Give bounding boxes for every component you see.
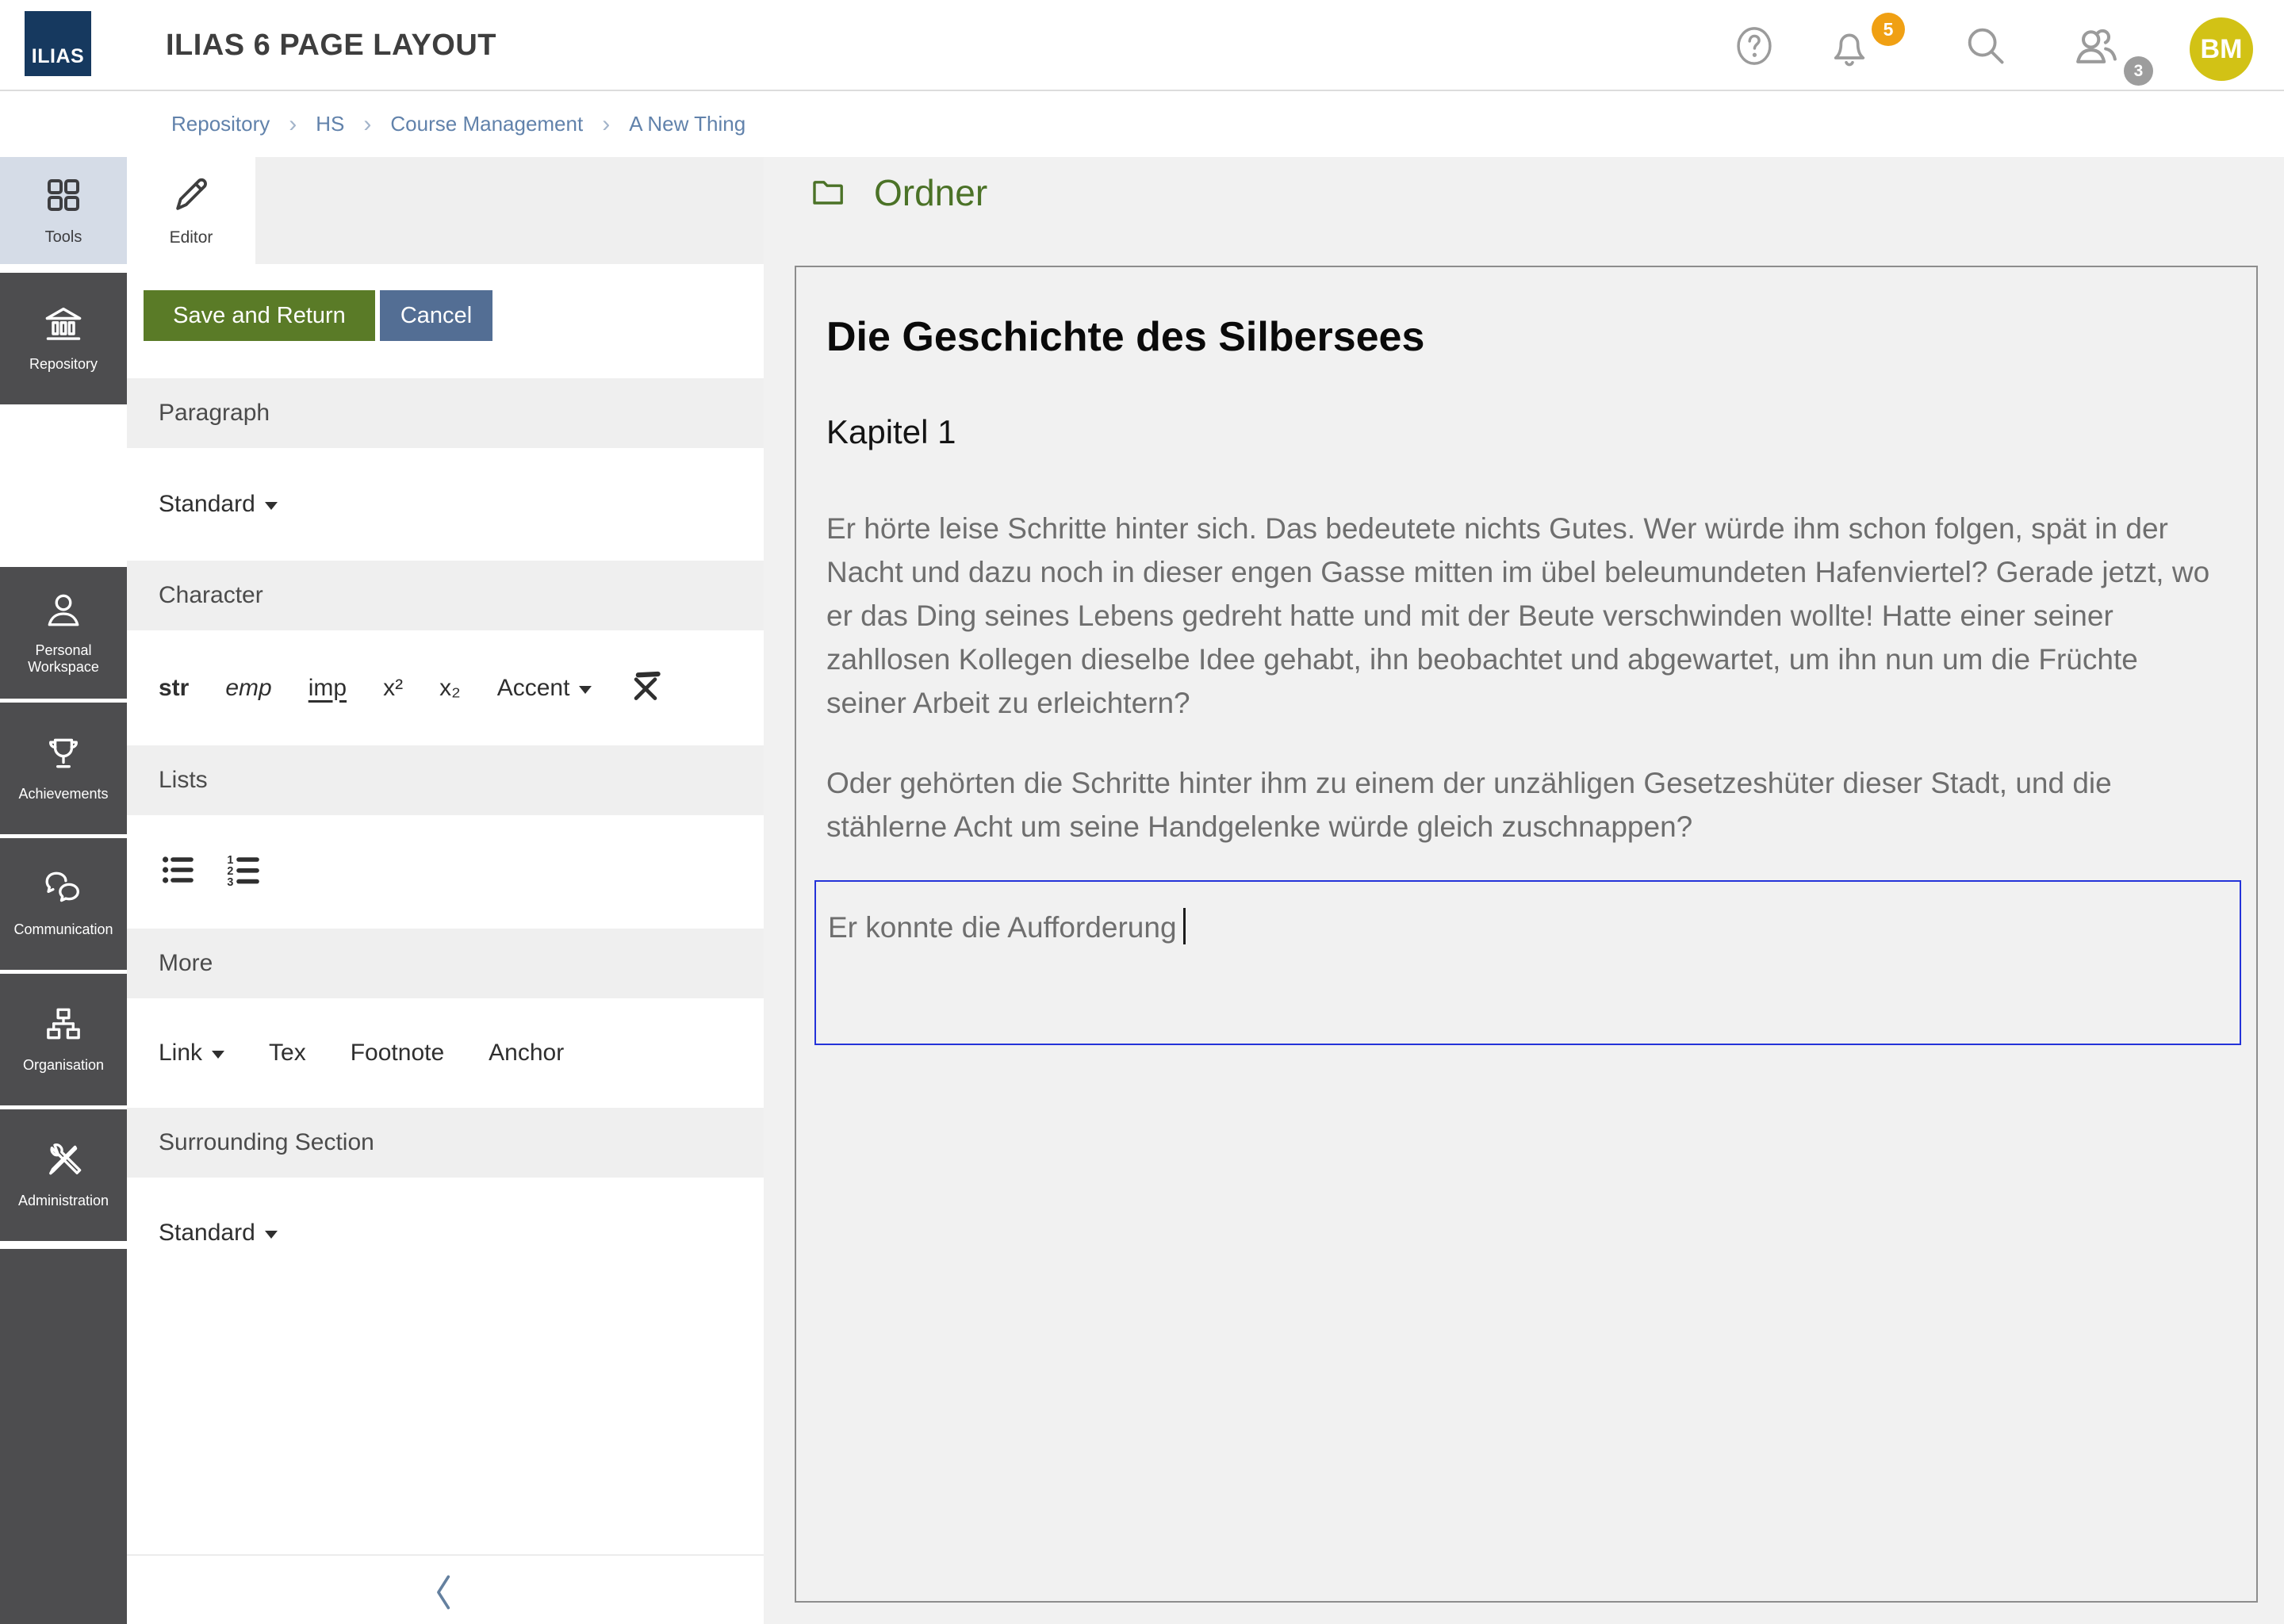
chevron-down-icon — [265, 502, 278, 510]
content-title: Ordner — [874, 171, 987, 214]
breadcrumb-course-management[interactable]: Course Management — [390, 112, 583, 136]
superscript-button[interactable]: x² — [383, 675, 403, 702]
section-surrounding-header: Surrounding Section — [127, 1108, 764, 1178]
sidebar-item-tools[interactable]: Tools — [0, 157, 127, 264]
cancel-button[interactable]: Cancel — [380, 290, 492, 341]
user-avatar[interactable]: BM — [2190, 17, 2253, 81]
section-character-header: Character — [127, 561, 764, 630]
ilias-logo[interactable]: ILIAS — [25, 11, 91, 76]
link-dropdown[interactable]: Link — [159, 1040, 224, 1067]
svg-text:3: 3 — [227, 876, 233, 889]
contacts-badge: 3 — [2124, 56, 2153, 86]
sidebar-item-achievements[interactable]: Achievements — [0, 703, 127, 834]
notifications-bell-icon[interactable] — [1824, 0, 1875, 91]
numbered-list-icon[interactable]: 1 2 3 — [224, 851, 262, 893]
tools-grid-icon — [44, 175, 83, 219]
sidebar-item-communication[interactable]: Communication — [0, 838, 127, 970]
sidebar-item-label: Administration — [18, 1193, 109, 1209]
sidebar-item-label: Tools — [45, 228, 82, 247]
breadcrumb-a-new-thing[interactable]: A New Thing — [629, 112, 745, 136]
anchor-button[interactable]: Anchor — [489, 1040, 564, 1067]
ilias-page: ILIAS ILIAS 6 PAGE LAYOUT 5 — [0, 0, 2284, 1624]
subscript-button[interactable]: x₂ — [439, 675, 461, 702]
search-icon[interactable] — [1959, 0, 2013, 91]
sidebar-item-administration[interactable]: Administration — [0, 1109, 127, 1241]
editor-panel: Editor Save and Return Cancel Paragraph … — [127, 157, 764, 1624]
chevron-down-icon — [212, 1051, 224, 1059]
top-header: ILIAS ILIAS 6 PAGE LAYOUT 5 — [0, 0, 2284, 91]
document-chapter: Kapitel 1 — [826, 413, 2221, 451]
section-paragraph-header: Paragraph — [127, 378, 764, 448]
save-and-return-button[interactable]: Save and Return — [144, 290, 375, 341]
section-lists-header: Lists — [127, 745, 764, 815]
crossed-tools-icon — [44, 1141, 83, 1183]
active-edit-area[interactable]: Er konnte die Aufforderung — [814, 880, 2241, 1045]
tab-editor-label: Editor — [170, 228, 213, 247]
surrounding-style-dropdown[interactable]: Standard — [159, 1220, 278, 1247]
editor-actions: Save and Return Cancel — [127, 264, 764, 378]
contacts-icon[interactable] — [2067, 0, 2125, 91]
trophy-icon — [44, 734, 83, 776]
panel-divider — [127, 1554, 764, 1556]
editing-text: Er konnte die Aufforderung — [828, 911, 1177, 944]
breadcrumb-separator-icon: › — [602, 111, 610, 138]
bullet-list-icon[interactable] — [159, 851, 197, 893]
content-header: Ordner — [809, 171, 987, 214]
sidebar-item-label: Organisation — [23, 1057, 104, 1074]
section-lists-row: 1 2 3 — [127, 815, 764, 929]
main-sidebar: Tools Repository Personal W — [0, 157, 127, 1624]
document-paragraph: Oder gehörten die Schritte hinter ihm zu… — [826, 761, 2225, 848]
paragraph-style-dropdown[interactable]: Standard — [159, 491, 278, 518]
section-paragraph-row: Standard — [127, 448, 764, 561]
accent-dropdown[interactable]: Accent — [497, 675, 592, 702]
breadcrumb-separator-icon: › — [289, 111, 297, 138]
section-character-row: str emp imp x² x₂ Accent — [127, 630, 764, 745]
document-title: Die Geschichte des Silbersees — [826, 313, 2221, 361]
sidebar-item-label: Achievements — [18, 786, 108, 802]
main-content: Ordner Die Geschichte des Silbersees Kap… — [764, 157, 2284, 1624]
repository-bank-icon — [43, 304, 84, 347]
chevron-down-icon — [265, 1231, 278, 1239]
important-button[interactable]: imp — [308, 675, 347, 702]
collapse-panel-button[interactable] — [422, 1570, 466, 1614]
ilias-logo-text: ILIAS — [32, 45, 84, 68]
tex-button[interactable]: Tex — [269, 1040, 306, 1067]
org-chart-icon — [44, 1005, 83, 1048]
sidebar-item-personal-workspace[interactable]: Personal Workspace — [0, 567, 127, 699]
section-surrounding-row: Standard — [127, 1178, 764, 1289]
emphasis-button[interactable]: emp — [225, 675, 271, 702]
folder-icon — [809, 172, 847, 214]
sidebar-item-repository[interactable]: Repository — [0, 273, 127, 404]
chevron-left-icon — [431, 1572, 458, 1612]
help-icon[interactable] — [1729, 0, 1780, 91]
breadcrumb: Repository › HS › Course Management › A … — [171, 91, 745, 157]
sidebar-item-label: Personal Workspace — [2, 642, 125, 676]
sidebar-item-organisation[interactable]: Organisation — [0, 974, 127, 1105]
sidebar-item-label: Communication — [13, 921, 113, 938]
section-more-row: Link Tex Footnote Anchor — [127, 998, 764, 1108]
sidebar-filler — [0, 1249, 127, 1624]
text-cursor — [1183, 908, 1186, 944]
breadcrumb-separator-icon: › — [363, 111, 371, 138]
page-title: ILIAS 6 PAGE LAYOUT — [166, 0, 496, 91]
section-more-header: More — [127, 929, 764, 998]
person-icon — [44, 591, 83, 633]
document-paragraph: Er hörte leise Schritte hinter sich. Das… — [826, 507, 2225, 725]
editor-tabstrip: Editor — [127, 157, 764, 264]
clear-format-icon[interactable] — [628, 668, 663, 707]
strong-button[interactable]: str — [159, 675, 189, 702]
breadcrumb-hs[interactable]: HS — [316, 112, 344, 136]
breadcrumb-repository[interactable]: Repository — [171, 112, 270, 136]
sidebar-item-label: Repository — [29, 356, 98, 373]
tab-editor[interactable]: Editor — [127, 157, 255, 264]
document-box: Die Geschichte des Silbersees Kapitel 1 … — [795, 266, 2258, 1603]
chevron-down-icon — [579, 686, 592, 694]
pencil-icon — [170, 174, 213, 220]
footnote-button[interactable]: Footnote — [351, 1040, 444, 1067]
notifications-badge: 5 — [1872, 13, 1905, 46]
chat-bubbles-icon — [43, 870, 84, 912]
